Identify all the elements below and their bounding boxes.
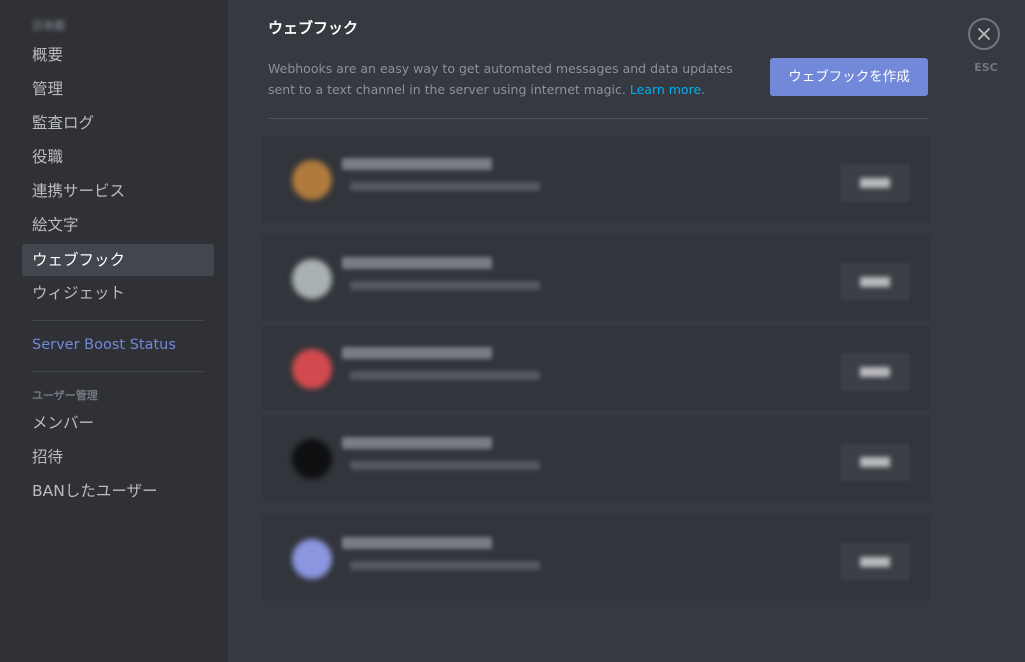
sidebar-item-roles[interactable]: 役職 <box>22 141 214 173</box>
webhook-meta <box>350 182 540 191</box>
webhook-name <box>342 537 492 549</box>
webhook-avatar <box>292 539 332 579</box>
webhook-edit-button[interactable] <box>840 263 910 301</box>
close-icon <box>978 28 990 40</box>
create-webhook-button[interactable]: ウェブフックを作成 <box>770 58 928 96</box>
webhook-avatar <box>292 259 332 299</box>
webhook-name <box>342 158 492 170</box>
webhook-name <box>342 347 492 359</box>
webhooks-description: Webhooks are an easy way to get automate… <box>268 58 758 100</box>
button-label-blurred <box>860 557 890 567</box>
button-label-blurred <box>860 367 890 377</box>
sidebar-item-server-boost-status[interactable]: Server Boost Status <box>22 329 214 361</box>
button-label-blurred <box>860 178 890 188</box>
sidebar-item-invites[interactable]: 招待 <box>22 441 214 473</box>
webhook-edit-button[interactable] <box>840 443 910 481</box>
sidebar-divider <box>32 320 204 321</box>
sidebar-item-moderation[interactable]: 管理 <box>22 73 214 105</box>
sidebar-item-bans[interactable]: BANしたユーザー <box>22 475 214 507</box>
learn-more-link[interactable]: Learn more <box>630 82 701 97</box>
webhook-edit-button[interactable] <box>840 353 910 391</box>
settings-window: 日本語 概要 管理 監査ログ 役職 連携サービス 絵文字 ウェブフック ウィジェ… <box>0 0 1025 662</box>
sidebar-item-overview[interactable]: 概要 <box>22 39 214 71</box>
webhook-name <box>342 257 492 269</box>
sidebar-item-widget[interactable]: ウィジェット <box>22 277 214 309</box>
webhook-name <box>342 437 492 449</box>
sidebar-item-members[interactable]: メンバー <box>22 407 214 439</box>
webhook-meta <box>350 281 540 290</box>
webhook-avatar <box>292 349 332 389</box>
header-divider <box>268 118 928 119</box>
close-button[interactable] <box>968 18 1000 50</box>
sidebar-item-integrations[interactable]: 連携サービス <box>22 175 214 207</box>
webhook-row[interactable] <box>262 235 930 321</box>
webhook-row[interactable] <box>262 136 930 222</box>
webhook-edit-button[interactable] <box>840 164 910 202</box>
webhook-meta <box>350 371 540 380</box>
webhook-avatar <box>292 439 332 479</box>
webhook-meta <box>350 461 540 470</box>
description-period: . <box>701 82 706 97</box>
user-management-header: ユーザー管理 <box>32 389 98 402</box>
settings-sidebar: 日本語 概要 管理 監査ログ 役職 連携サービス 絵文字 ウェブフック ウィジェ… <box>0 0 228 662</box>
page-title: ウェブフック <box>268 19 359 37</box>
webhook-row[interactable] <box>262 415 930 501</box>
webhooks-panel: ウェブフック Webhooks are an easy way to get a… <box>228 0 1025 662</box>
server-name-header: 日本語 <box>32 19 65 32</box>
button-label-blurred <box>860 277 890 287</box>
sidebar-item-emoji[interactable]: 絵文字 <box>22 209 214 241</box>
webhook-meta <box>350 561 540 570</box>
esc-label: ESC <box>974 61 998 74</box>
sidebar-divider <box>32 371 204 372</box>
webhook-edit-button[interactable] <box>840 543 910 581</box>
sidebar-item-audit-log[interactable]: 監査ログ <box>22 107 214 139</box>
webhook-row[interactable] <box>262 515 930 601</box>
webhook-row[interactable] <box>262 325 930 411</box>
webhook-avatar <box>292 160 332 200</box>
button-label-blurred <box>860 457 890 467</box>
sidebar-item-webhooks[interactable]: ウェブフック <box>22 244 214 276</box>
